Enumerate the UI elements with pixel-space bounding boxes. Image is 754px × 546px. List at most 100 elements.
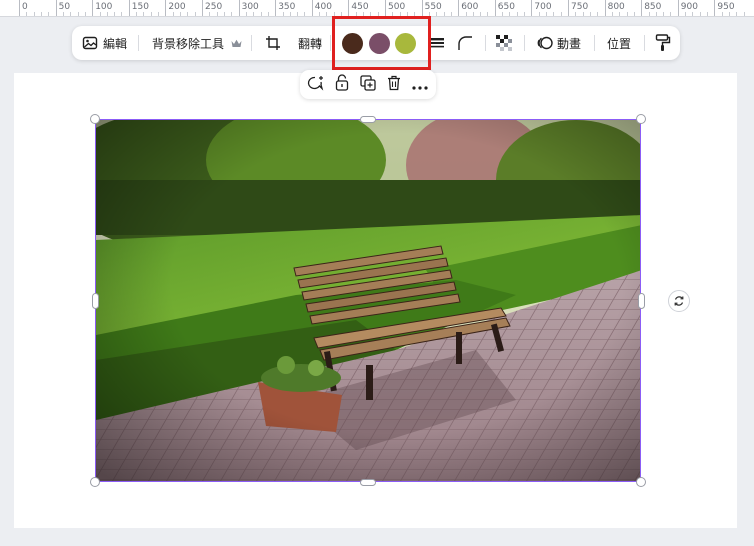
ruler-label: 750: [571, 2, 589, 12]
position-button[interactable]: 位置: [607, 26, 631, 60]
resize-handle-left[interactable]: [92, 293, 99, 309]
ruler-minor-tick: [670, 12, 672, 16]
border-style-button[interactable]: [429, 26, 444, 60]
ruler-label: 550: [424, 2, 442, 12]
ruler-minor-tick: [260, 12, 262, 16]
more-button[interactable]: [407, 70, 433, 99]
copy-style-button[interactable]: [655, 26, 671, 60]
resize-handle-top-right[interactable]: [636, 114, 646, 124]
more-icon: [412, 75, 428, 94]
animate-button[interactable]: 動畫: [537, 26, 581, 60]
ruler-minor-tick: [663, 12, 665, 16]
rotate-icon[interactable]: [668, 290, 690, 312]
ruler-tick: [128, 0, 130, 16]
ruler-minor-tick: [77, 12, 79, 16]
edit-label: 編輯: [103, 36, 128, 51]
ruler-minor-tick: [538, 12, 540, 16]
separator: [594, 35, 595, 51]
ruler-minor-tick: [209, 12, 211, 16]
color-swatch-1[interactable]: [342, 33, 363, 54]
corner-radius-button[interactable]: [457, 26, 473, 60]
ruler-minor-tick: [582, 12, 584, 16]
ruler-minor-tick: [26, 12, 28, 16]
ruler-label: 500: [388, 2, 406, 12]
resize-handle-right[interactable]: [638, 293, 645, 309]
ruler-minor-tick: [619, 12, 621, 16]
ruler-tick: [421, 0, 423, 16]
ruler-minor-tick: [326, 12, 328, 16]
ruler-minor-tick: [443, 12, 445, 16]
ruler-minor-tick: [363, 12, 365, 16]
ruler-label: 900: [680, 2, 698, 12]
ruler-minor-tick: [516, 12, 518, 16]
ruler-minor-tick: [216, 12, 218, 16]
ruler-minor-tick: [560, 12, 562, 16]
ruler-minor-tick: [399, 12, 401, 16]
ruler-minor-tick: [355, 12, 357, 16]
background-remover-button[interactable]: 背景移除工具: [152, 26, 242, 60]
animate-label: 動畫: [557, 36, 582, 51]
ruler-tick: [348, 0, 350, 16]
ruler-minor-tick: [231, 12, 233, 16]
ruler-minor-tick: [333, 12, 335, 16]
ruler-minor-tick: [721, 12, 723, 16]
resize-handle-bottom[interactable]: [360, 479, 376, 486]
ruler-minor-tick: [553, 12, 555, 16]
duplicate-button[interactable]: [355, 70, 381, 99]
resize-handle-bottom-right[interactable]: [636, 477, 646, 487]
ruler-minor-tick: [304, 12, 306, 16]
ruler-minor-tick: [575, 12, 577, 16]
ruler-minor-tick: [253, 12, 255, 16]
separator: [524, 35, 525, 51]
ruler-tick: [641, 0, 643, 16]
ruler-tick: [677, 0, 679, 16]
park-bench-photo: [96, 120, 640, 481]
ruler-tick: [165, 0, 167, 16]
ruler-label: 400: [314, 2, 332, 12]
add-comment-button[interactable]: [303, 70, 329, 99]
ruler-minor-tick: [370, 12, 372, 16]
ruler-minor-tick: [106, 12, 108, 16]
ruler-label: 300: [241, 2, 259, 12]
resize-handle-top-left[interactable]: [90, 114, 100, 124]
color-swatch-2[interactable]: [369, 33, 390, 54]
transparency-button[interactable]: [496, 26, 512, 60]
ruler-tick: [714, 0, 716, 16]
resize-handle-top[interactable]: [360, 116, 376, 123]
crop-button[interactable]: [265, 26, 281, 60]
edit-button[interactable]: 編輯: [82, 26, 127, 60]
ruler-minor-tick: [245, 12, 247, 16]
ruler-minor-tick: [289, 12, 291, 16]
ruler-minor-tick: [223, 12, 225, 16]
ruler-minor-tick: [472, 12, 474, 16]
ruler-minor-tick: [502, 12, 504, 16]
delete-button[interactable]: [381, 70, 407, 99]
selected-photo[interactable]: [95, 119, 641, 482]
ruler-minor-tick: [121, 12, 123, 16]
lock-button[interactable]: [329, 70, 355, 99]
ruler-minor-tick: [70, 12, 72, 16]
ruler-minor-tick: [172, 12, 174, 16]
ruler-label: 350: [278, 2, 296, 12]
ruler-minor-tick: [414, 12, 416, 16]
ruler-tick: [275, 0, 277, 16]
ruler-tick: [531, 0, 533, 16]
ruler-tick: [494, 0, 496, 16]
ruler-tick: [19, 0, 20, 16]
flip-button[interactable]: 翻轉: [298, 26, 322, 60]
ruler-label: 100: [95, 2, 113, 12]
ruler-label: 650: [497, 2, 515, 12]
ruler-tick: [238, 0, 240, 16]
ruler-minor-tick: [655, 12, 657, 16]
ruler-label: 200: [168, 2, 186, 12]
ruler-minor-tick: [150, 12, 152, 16]
ruler-tick: [458, 0, 460, 16]
ruler-minor-tick: [33, 12, 35, 16]
ruler-minor-tick: [187, 12, 189, 16]
ruler-label: 250: [205, 2, 223, 12]
ruler-label: 700: [534, 2, 552, 12]
color-swatch-3[interactable]: [395, 33, 416, 54]
ruler-minor-tick: [699, 12, 701, 16]
resize-handle-bottom-left[interactable]: [90, 477, 100, 487]
ruler-minor-tick: [194, 12, 196, 16]
